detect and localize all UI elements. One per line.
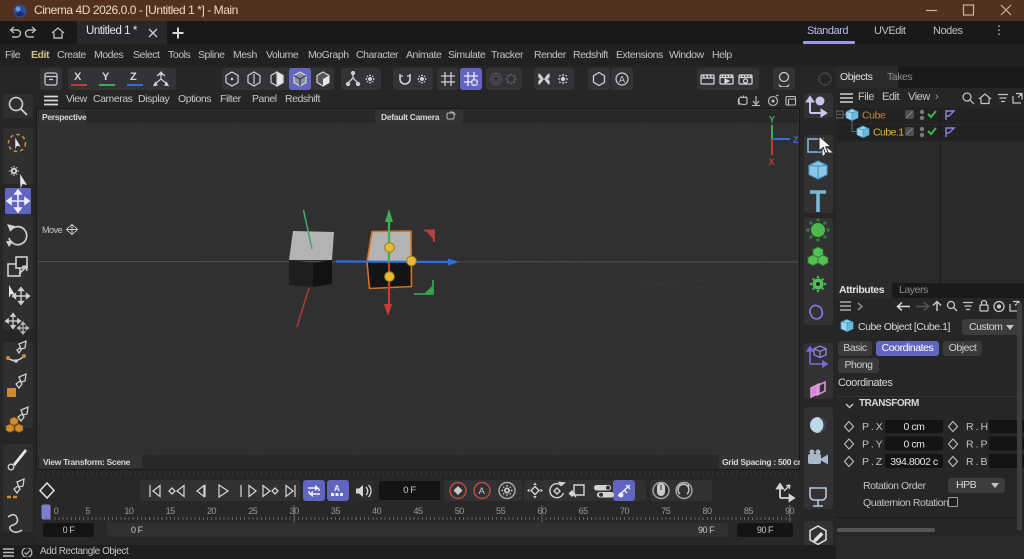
svg-text:50: 50 [455, 506, 465, 516]
svg-text:0 cm: 0 cm [904, 439, 926, 451]
svg-text:P . Y: P . Y [862, 439, 883, 451]
svg-text:20: 20 [207, 506, 217, 516]
svg-text:A: A [619, 75, 625, 85]
svg-text:80: 80 [703, 506, 713, 516]
svg-text:Move: Move [42, 225, 63, 235]
svg-text:Default Camera: Default Camera [381, 112, 440, 122]
svg-text:Grid Spacing : 500 cm: Grid Spacing : 500 cm [722, 457, 800, 467]
svg-text:10: 10 [124, 506, 134, 516]
svg-text:A: A [334, 484, 340, 493]
svg-text:R . P: R . P [966, 439, 988, 451]
svg-text:R . B: R . B [966, 456, 988, 468]
svg-text:Cube.1: Cube.1 [873, 127, 904, 139]
svg-text:55: 55 [496, 506, 506, 516]
svg-text:0 cm: 0 cm [904, 421, 926, 433]
svg-text:85: 85 [744, 506, 754, 516]
svg-text:A: A [479, 486, 486, 497]
svg-text:Y: Y [769, 115, 775, 125]
svg-text:0: 0 [54, 506, 59, 516]
svg-text:65: 65 [579, 506, 589, 516]
svg-text:P . Z: P . Z [862, 456, 883, 468]
svg-text:70: 70 [620, 506, 630, 516]
svg-text:15: 15 [166, 506, 176, 516]
svg-text:View Transform: Scene: View Transform: Scene [43, 457, 131, 467]
svg-text:5: 5 [85, 506, 90, 516]
svg-text:X: X [769, 157, 775, 167]
svg-text:45: 45 [413, 506, 423, 516]
svg-text:P . X: P . X [862, 421, 883, 433]
svg-text:R . H: R . H [966, 421, 988, 433]
svg-text:40: 40 [372, 506, 382, 516]
svg-text:75: 75 [661, 506, 671, 516]
svg-text:25: 25 [248, 506, 258, 516]
svg-text:Perspective: Perspective [42, 112, 87, 122]
svg-text:394.8002 c: 394.8002 c [890, 456, 938, 468]
svg-text:Cube: Cube [862, 110, 886, 122]
svg-text:35: 35 [331, 506, 341, 516]
